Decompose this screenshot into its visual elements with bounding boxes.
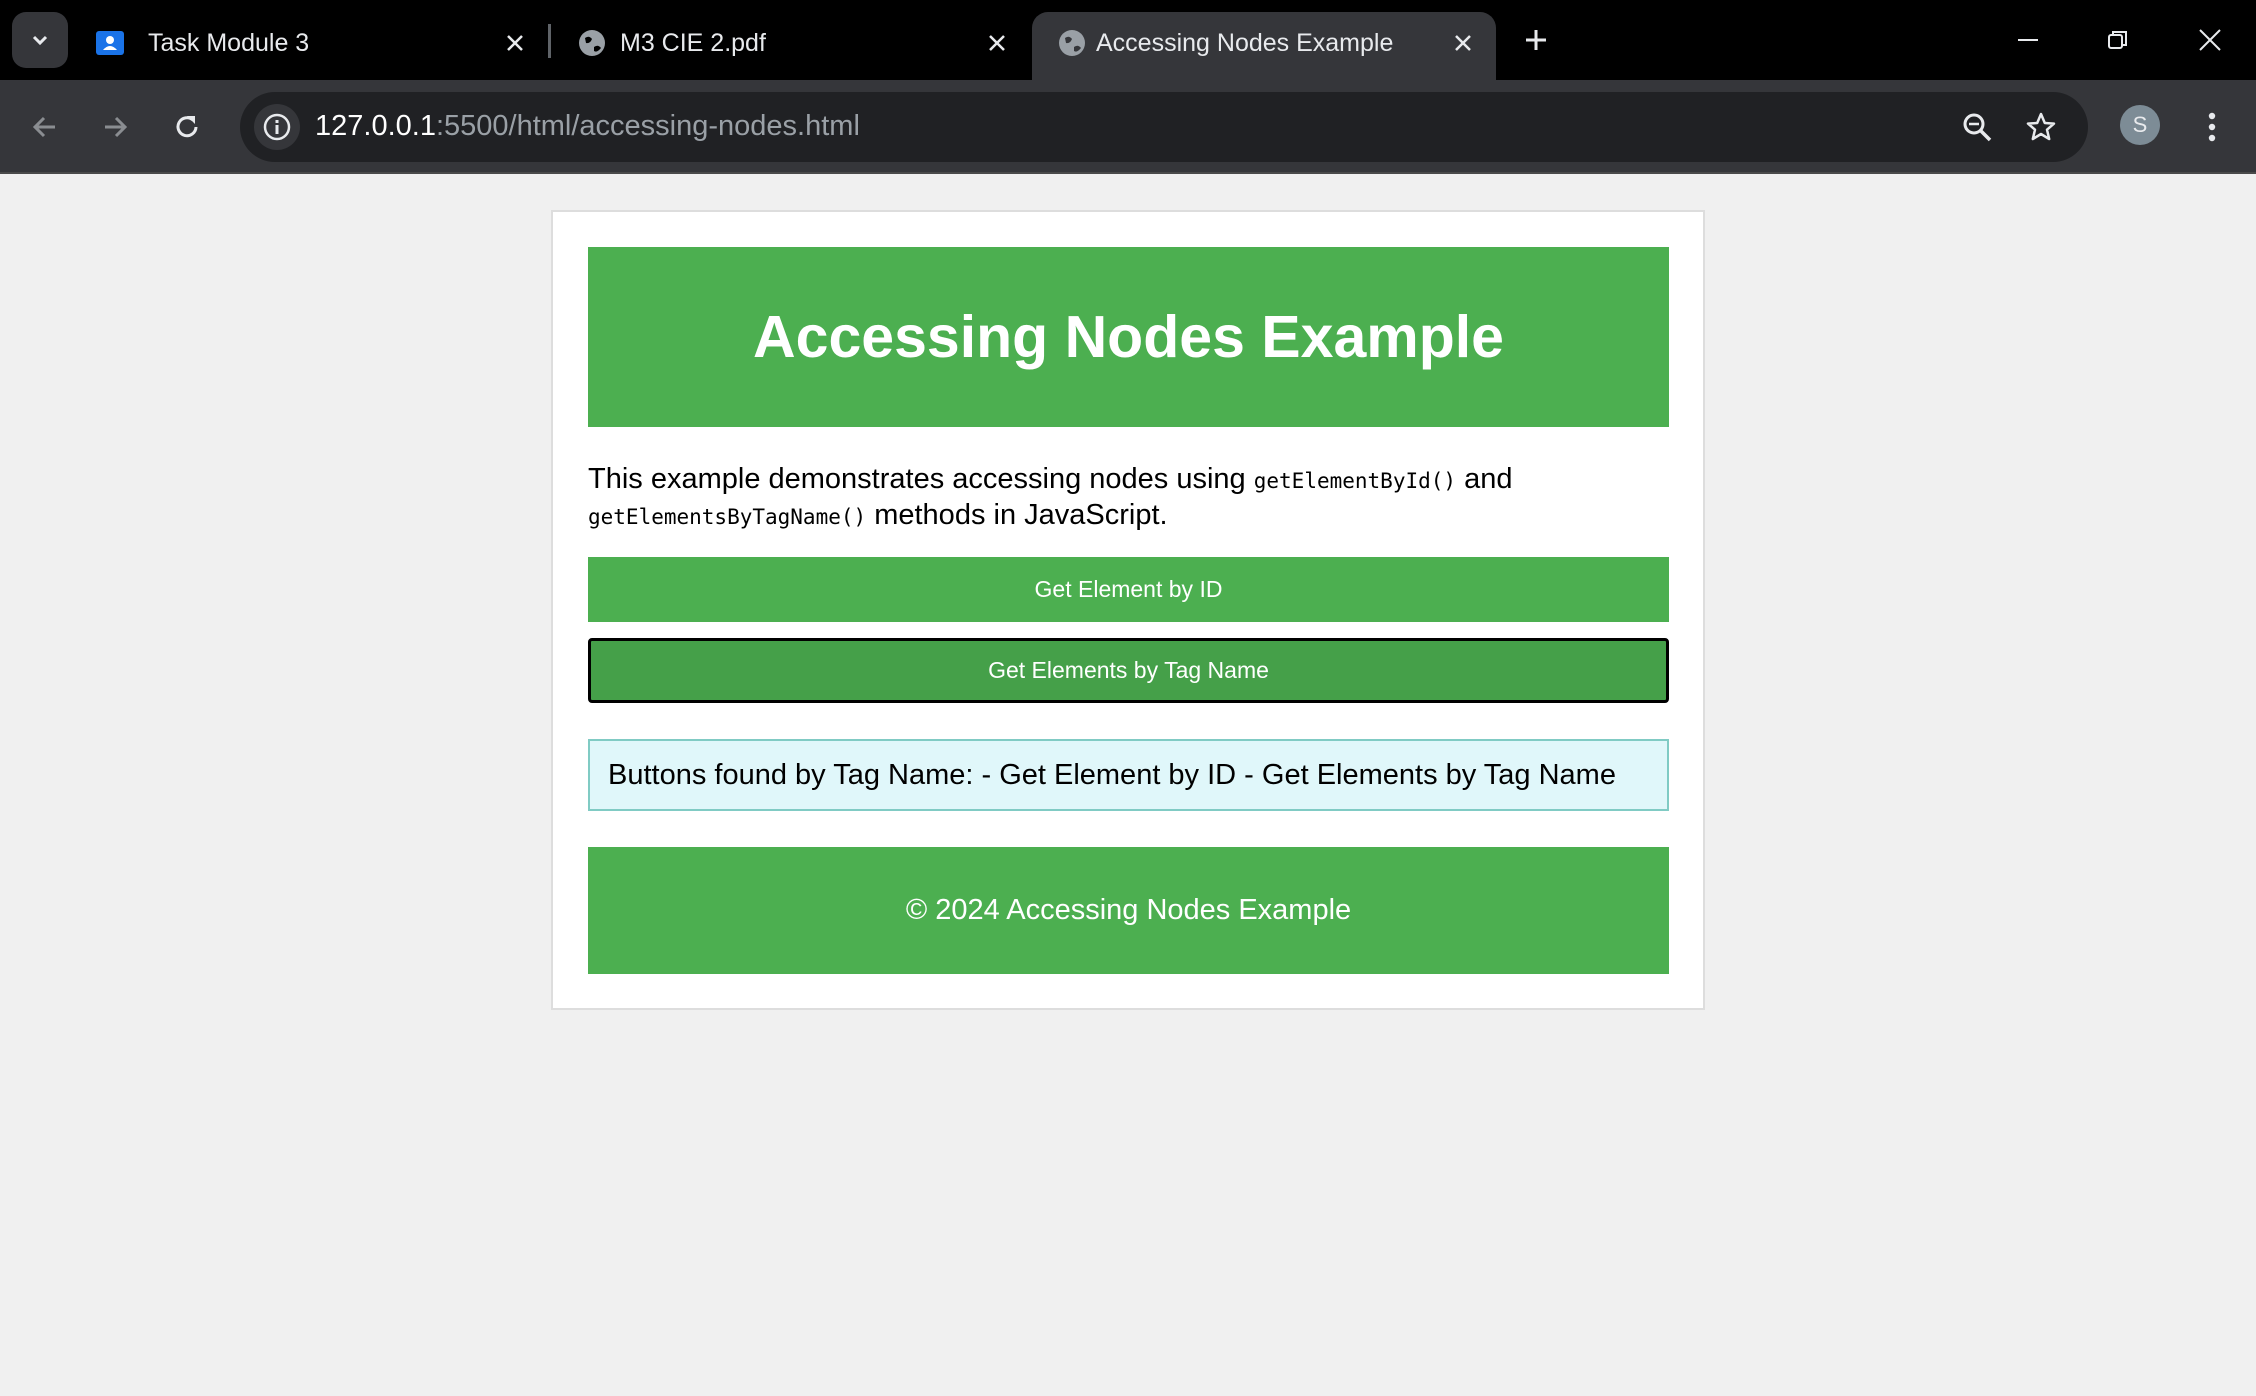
toolbar-divider	[0, 172, 2256, 174]
minimize-icon	[2018, 39, 2038, 41]
output-box: Buttons found by Tag Name: - Get Element…	[588, 739, 1669, 811]
description-and: and	[1456, 463, 1513, 495]
zoom-button[interactable]	[1954, 104, 2000, 150]
page-header: Accessing Nodes Example	[588, 247, 1669, 427]
page-title: Accessing Nodes Example	[753, 304, 1504, 370]
tab-title: M3 CIE 2.pdf	[620, 29, 766, 57]
url-text[interactable]: 127.0.0.1:5500/html/accessing-nodes.html	[315, 110, 860, 143]
output-text: Buttons found by Tag Name: - Get Element…	[608, 758, 1616, 791]
close-icon	[2199, 29, 2221, 51]
footer-text: © 2024 Accessing Nodes Example	[905, 894, 1352, 926]
description-suffix: methods in JavaScript.	[866, 499, 1168, 531]
browser-toolbar: 127.0.0.1:5500/html/accessing-nodes.html…	[0, 80, 2256, 174]
page-description: This example demonstrates accessing node…	[588, 462, 1688, 534]
get-elements-by-tag-name-button[interactable]: Get Elements by Tag Name	[588, 638, 1669, 703]
browser-menu-button[interactable]	[2190, 100, 2234, 154]
tab-title: Task Module 3	[148, 29, 310, 57]
new-tab-button[interactable]	[1516, 18, 1556, 62]
description-prefix: This example demonstrates accessing node…	[588, 463, 1254, 495]
close-tab-icon[interactable]	[1446, 26, 1480, 60]
chevron-down-icon	[32, 35, 48, 46]
page-container: Accessing Nodes Example This example dem…	[551, 210, 1705, 1010]
arrow-right-icon	[105, 116, 128, 138]
globe-icon	[579, 30, 605, 56]
tab-accessing-nodes[interactable]: Accessing Nodes Example	[1032, 12, 1496, 80]
globe-icon	[1059, 30, 1085, 56]
arrow-left-icon	[32, 116, 55, 138]
site-info-button[interactable]	[254, 104, 300, 150]
tab-m3-cie-pdf[interactable]: M3 CIE 2.pdf	[552, 12, 1030, 80]
close-tab-icon[interactable]	[498, 26, 532, 60]
url-path: :5500/html/accessing-nodes.html	[435, 110, 860, 142]
tab-strip: Task Module 3 M3 CIE 2.pdf Accessing Nod…	[0, 0, 2256, 80]
tab-task-module[interactable]: Task Module 3	[70, 12, 548, 80]
reload-button[interactable]	[160, 100, 214, 154]
zoom-icon	[1963, 113, 1992, 142]
get-element-by-id-button[interactable]: Get Element by ID	[588, 557, 1669, 622]
close-tab-icon[interactable]	[980, 26, 1014, 60]
close-window-button[interactable]	[2180, 14, 2240, 66]
back-button[interactable]	[18, 100, 72, 154]
page-footer: © 2024 Accessing Nodes Example	[588, 847, 1669, 974]
star-icon	[2026, 112, 2056, 141]
profile-avatar[interactable]: S	[2120, 105, 2160, 145]
restore-button[interactable]	[2088, 14, 2148, 66]
bookmark-button[interactable]	[2018, 104, 2064, 150]
tab-title: Accessing Nodes Example	[1096, 29, 1394, 57]
reload-icon	[176, 116, 198, 138]
address-bar[interactable]: 127.0.0.1:5500/html/accessing-nodes.html	[240, 92, 2088, 162]
url-host: 127.0.0.1	[315, 110, 436, 142]
code-get-element-by-id: getElementById()	[1253, 469, 1457, 493]
tab-search-button[interactable]	[12, 12, 68, 68]
minimize-button[interactable]	[1998, 14, 2058, 66]
restore-icon	[2108, 31, 2127, 49]
classroom-icon	[96, 31, 124, 55]
code-get-elements-by-tag-name: getElementsByTagName()	[588, 505, 867, 529]
more-vert-icon	[2208, 112, 2216, 142]
info-icon	[263, 113, 291, 141]
plus-icon	[1526, 30, 1546, 50]
forward-button[interactable]	[88, 100, 142, 154]
tab-divider	[548, 24, 551, 58]
